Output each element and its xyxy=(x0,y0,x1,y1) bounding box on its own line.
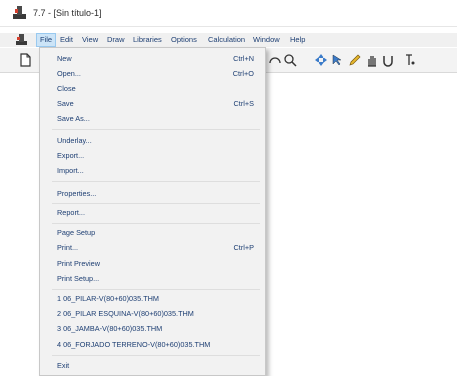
menu-item-import[interactable]: Import... xyxy=(57,165,257,177)
menu-view[interactable]: View xyxy=(79,34,101,46)
menu-calculation[interactable]: Calculation xyxy=(205,34,248,46)
u-value-icon[interactable] xyxy=(381,53,395,67)
menu-separator xyxy=(52,181,260,182)
menu-separator xyxy=(52,223,260,224)
recent-file-4[interactable]: 4 06_FORJADO TERRENO-V(80+60)035.THM xyxy=(57,339,257,351)
new-document-icon[interactable] xyxy=(18,53,32,67)
menu-item-save-as[interactable]: Save As... xyxy=(57,113,257,125)
menu-separator xyxy=(52,355,260,356)
menu-item-report[interactable]: Report... xyxy=(57,207,257,219)
arc-icon[interactable] xyxy=(268,53,282,67)
menu-item-new[interactable]: New Ctrl+N xyxy=(57,53,257,65)
app-logo-icon xyxy=(13,6,26,19)
menu-separator xyxy=(52,129,260,130)
menu-file[interactable]: File xyxy=(36,33,57,47)
menu-options[interactable]: Options xyxy=(168,34,200,46)
file-menu-dropdown: New Ctrl+N Open... Ctrl+O Close Save Ctr… xyxy=(39,47,266,376)
menu-draw[interactable]: Draw xyxy=(104,34,128,46)
menu-edit[interactable]: Edit xyxy=(57,34,76,46)
pan-icon[interactable] xyxy=(314,53,328,67)
title-bar: 7.7 - [Sin título-1] xyxy=(0,0,457,27)
menu-window[interactable]: Window xyxy=(250,34,283,46)
menu-separator xyxy=(52,203,260,204)
menu-item-save[interactable]: Save Ctrl+S xyxy=(57,98,257,110)
menu-item-print-preview[interactable]: Print Preview xyxy=(57,258,257,270)
menu-bar: File Edit View Draw Libraries Options Ca… xyxy=(0,33,457,47)
menu-item-print-setup[interactable]: Print Setup... xyxy=(57,273,257,285)
menu-separator xyxy=(52,289,260,290)
menu-help[interactable]: Help xyxy=(287,34,308,46)
zoom-icon[interactable] xyxy=(283,53,297,67)
menu-item-open[interactable]: Open... Ctrl+O xyxy=(57,68,257,80)
menu-libraries[interactable]: Libraries xyxy=(130,34,165,46)
menu-item-properties[interactable]: Properties... xyxy=(57,188,257,200)
recent-file-3[interactable]: 3 06_JAMBA-V(80+60)035.THM xyxy=(57,323,257,335)
menu-item-page-setup[interactable]: Page Setup xyxy=(57,227,257,239)
menu-item-print[interactable]: Print... Ctrl+P xyxy=(57,242,257,254)
recent-file-1[interactable]: 1 06_PILAR-V(80+60)035.THM xyxy=(57,293,257,305)
app-menu-icon[interactable] xyxy=(16,34,27,45)
temperature-icon[interactable] xyxy=(402,53,416,67)
recent-file-2[interactable]: 2 06_PILAR ESQUINA-V(80+60)035.THM xyxy=(57,308,257,320)
menu-item-export[interactable]: Export... xyxy=(57,150,257,162)
menu-item-exit[interactable]: Exit xyxy=(57,360,257,372)
window-title: 7.7 - [Sin título-1] xyxy=(33,8,102,18)
menu-item-close[interactable]: Close xyxy=(57,83,257,95)
select-node-icon[interactable] xyxy=(330,53,344,67)
pencil-icon[interactable] xyxy=(348,53,362,67)
hand-icon[interactable] xyxy=(365,53,379,67)
menu-item-underlay[interactable]: Underlay... xyxy=(57,135,257,147)
